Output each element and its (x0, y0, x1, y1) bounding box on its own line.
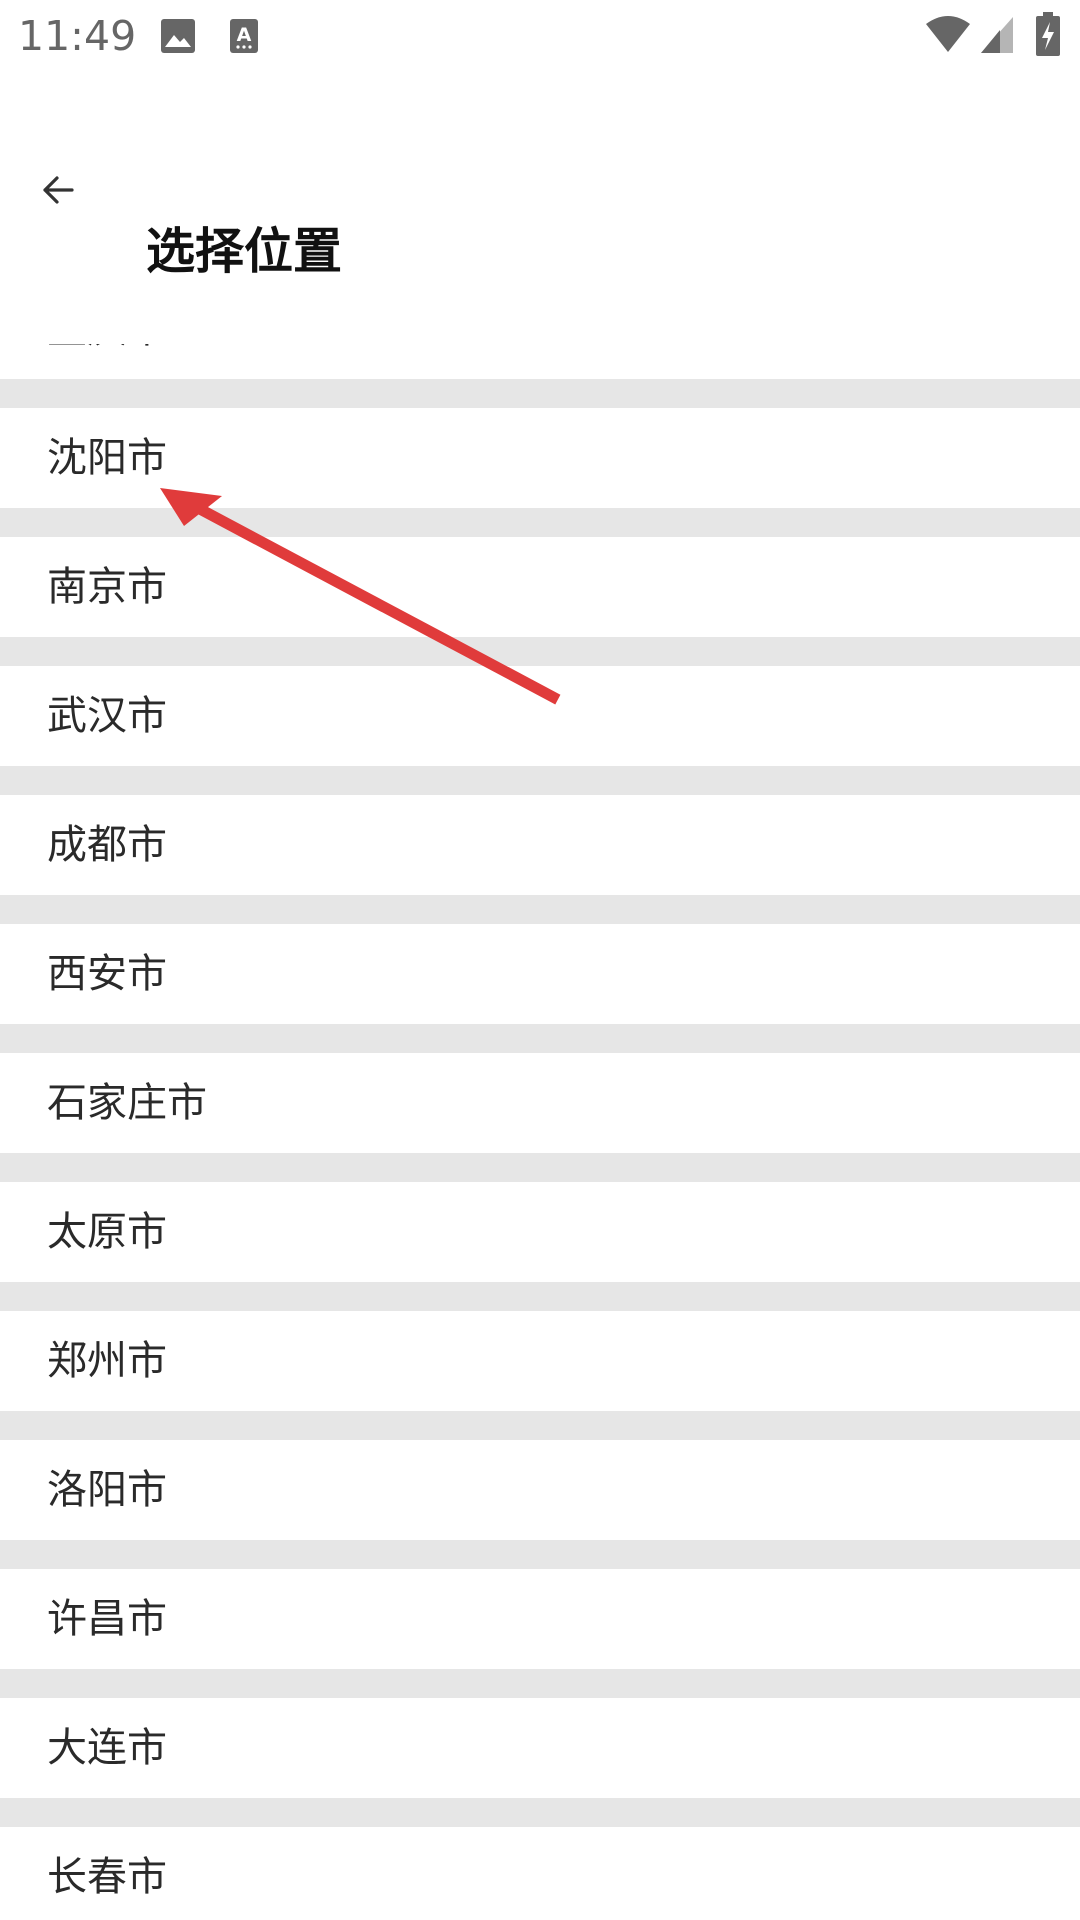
city-list[interactable]: 重庆市 沈阳市 南京市 武汉市 成都市 西安市 石家庄市 太原市 郑州市 洛阳市 (0, 344, 1080, 1920)
image-icon (160, 18, 196, 58)
list-item-city[interactable]: 郑州市 (0, 1311, 1080, 1411)
list-item-label: 武汉市 (47, 693, 167, 739)
list-item-label: 重庆市 (47, 344, 167, 355)
status-bar: 11:49 A (0, 0, 1080, 74)
list-item-label: 成都市 (47, 822, 167, 868)
city-list-inner: 重庆市 沈阳市 南京市 武汉市 成都市 西安市 石家庄市 太原市 郑州市 洛阳市 (0, 344, 1080, 1920)
list-item-label: 石家庄市 (47, 1080, 207, 1126)
list-item-label: 南京市 (47, 564, 167, 610)
arrow-left-icon (41, 173, 75, 211)
battery-charging-icon (1036, 12, 1060, 60)
app-bar (0, 74, 1080, 344)
list-item-city[interactable]: 武汉市 (0, 666, 1080, 766)
list-item-label: 西安市 (47, 951, 167, 997)
list-item-city[interactable]: 沈阳市 (0, 408, 1080, 508)
list-item-city[interactable]: 大连市 (0, 1698, 1080, 1798)
list-item-city[interactable]: 许昌市 (0, 1569, 1080, 1669)
list-item-label: 大连市 (47, 1725, 167, 1771)
page-title: 选择位置 (146, 223, 343, 280)
list-item-label: 郑州市 (47, 1338, 167, 1384)
list-item-city[interactable]: 洛阳市 (0, 1440, 1080, 1540)
list-item-city[interactable]: 长春市 (0, 1827, 1080, 1920)
wifi-icon (924, 14, 972, 58)
svg-text:A: A (237, 24, 252, 46)
list-item-city[interactable]: 成都市 (0, 795, 1080, 895)
list-item-city[interactable]: 西安市 (0, 924, 1080, 1024)
list-item-label: 沈阳市 (47, 435, 167, 481)
list-item-city[interactable]: 重庆市 (0, 344, 1080, 379)
back-button[interactable] (22, 156, 94, 228)
list-item-city[interactable]: 南京市 (0, 537, 1080, 637)
list-item-city[interactable]: 石家庄市 (0, 1053, 1080, 1153)
list-item-city[interactable]: 太原市 (0, 1182, 1080, 1282)
list-item-label: 许昌市 (47, 1596, 167, 1642)
signal-icon (980, 16, 1014, 58)
list-item-label: 洛阳市 (47, 1467, 167, 1513)
text-a-icon: A (229, 18, 259, 58)
status-time: 11:49 (18, 12, 137, 60)
list-item-label: 太原市 (47, 1209, 167, 1255)
list-item-label: 长春市 (47, 1854, 167, 1900)
